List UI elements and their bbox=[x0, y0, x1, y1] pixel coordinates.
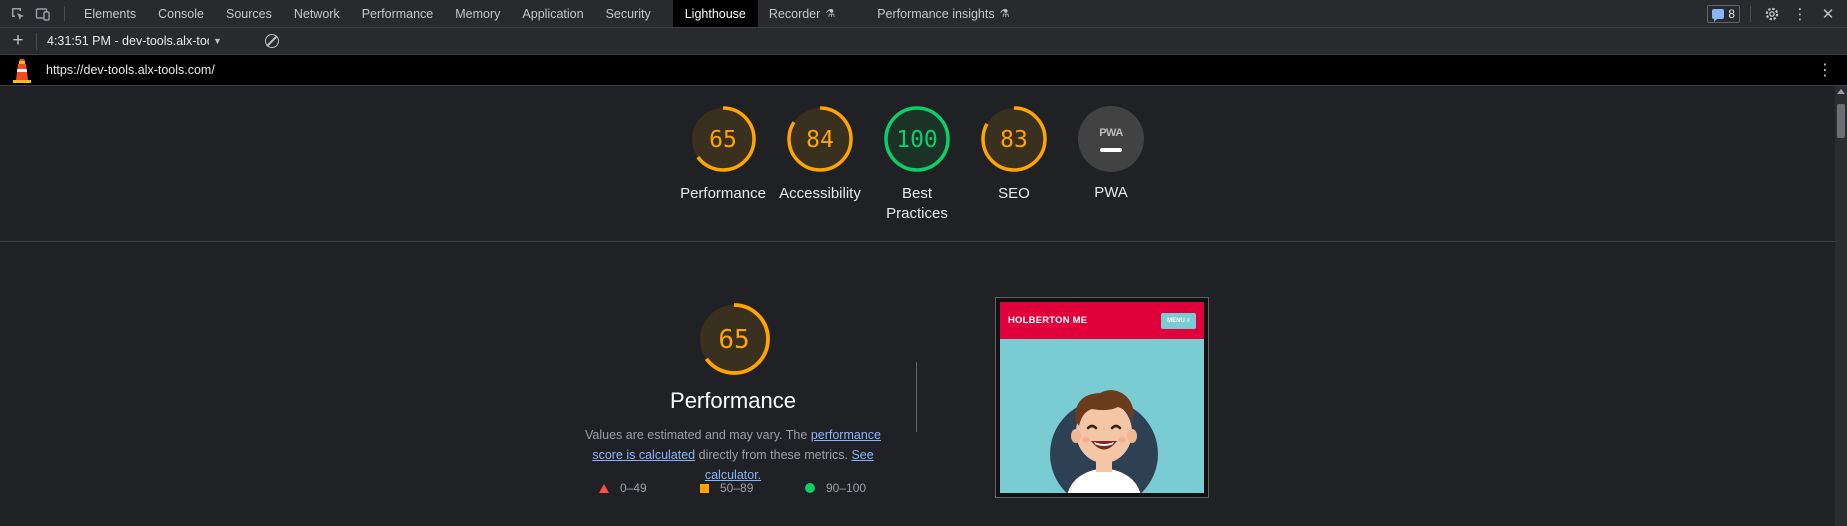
section-divider bbox=[916, 362, 917, 432]
gauge-label: Performance bbox=[680, 185, 766, 202]
tab-recorder[interactable]: Recorder ⚗ bbox=[758, 0, 846, 27]
scrollbar-thumb[interactable] bbox=[1837, 104, 1845, 138]
tab-label: Lighthouse bbox=[684, 6, 746, 21]
devtools-tabbar: Elements Console Sources Network Perform… bbox=[0, 0, 1847, 28]
legend-range: 90–100 bbox=[826, 481, 867, 495]
report-url[interactable]: https://dev-tools.alx-tools.com/ bbox=[46, 63, 215, 77]
gauge-seo[interactable]: 83 SEO bbox=[964, 105, 1064, 204]
tab-network[interactable]: Network bbox=[283, 0, 351, 27]
device-toolbar-icon[interactable] bbox=[32, 0, 54, 28]
legend-range: 50–89 bbox=[720, 481, 754, 495]
screenshot-page: HOLBERTON ME MENU ≡ bbox=[1000, 302, 1204, 493]
gauge-score: 84 bbox=[806, 127, 834, 153]
pwa-not-applicable-dash bbox=[1100, 147, 1122, 152]
tab-label: Security bbox=[605, 6, 651, 21]
average-square-icon bbox=[700, 483, 709, 493]
seo-score-ring: 83 bbox=[981, 106, 1047, 172]
avatar-illustration-icon bbox=[1050, 390, 1158, 493]
lighthouse-report-toolbar: + 4:31:51 PM - dev-tools.alx-tools.com ▼ bbox=[0, 28, 1847, 55]
toolbar-right: 8 ⋮ ✕ bbox=[1707, 0, 1847, 27]
gauge-pwa[interactable]: PWA PWA bbox=[1061, 105, 1161, 203]
experiment-flask-icon: ⚗ bbox=[825, 8, 836, 20]
performance-large-score: 65 bbox=[718, 325, 749, 355]
tab-label: Sources bbox=[225, 6, 272, 21]
screenshot-site-header: HOLBERTON ME MENU ≡ bbox=[1000, 302, 1204, 339]
tab-performance-insights[interactable]: Performance insights ⚗ bbox=[866, 0, 1020, 27]
toolbar-left-icons bbox=[0, 0, 54, 27]
gauge-best-practices[interactable]: 100 Best Practices bbox=[867, 105, 967, 224]
legend-pass: 90–100 bbox=[805, 481, 866, 495]
accessibility-score-ring: 84 bbox=[787, 106, 853, 172]
desc-text: Values are estimated and may vary. The bbox=[585, 428, 811, 442]
scroll-up-arrow-icon[interactable] bbox=[1837, 89, 1845, 94]
gauge-label: PWA bbox=[1094, 184, 1128, 201]
tab-console[interactable]: Console bbox=[147, 0, 215, 27]
performance-large-score-ring: 65 bbox=[698, 303, 770, 375]
gauge-score: 100 bbox=[896, 127, 938, 153]
selected-report-label: 4:31:51 PM - dev-tools.alx-tools.com bbox=[47, 34, 209, 48]
gauge-score: 83 bbox=[1000, 127, 1028, 153]
report-tools-menu-icon[interactable]: ⋮ bbox=[1817, 60, 1833, 80]
more-options-vertical-icon[interactable]: ⋮ bbox=[1789, 3, 1811, 25]
tab-label: Application bbox=[522, 6, 584, 21]
gauge-label: SEO bbox=[998, 185, 1030, 202]
tab-label: Recorder bbox=[768, 6, 821, 21]
tab-elements[interactable]: Elements bbox=[73, 0, 147, 27]
gauge-label: Accessibility bbox=[779, 185, 861, 202]
report-url-bar: https://dev-tools.alx-tools.com/ ⋮ bbox=[0, 55, 1847, 86]
toolbar-separator bbox=[1750, 5, 1751, 22]
tab-label: Memory bbox=[455, 6, 501, 21]
legend-range: 0–49 bbox=[620, 481, 647, 495]
gauge-label: Best Practices bbox=[886, 185, 948, 222]
gauge-performance[interactable]: 65 Performance bbox=[673, 105, 773, 204]
close-devtools-icon[interactable]: ✕ bbox=[1817, 3, 1839, 25]
gauge-score: 65 bbox=[709, 127, 737, 153]
performance-score-ring: 65 bbox=[690, 106, 756, 172]
tab-label: Performance bbox=[361, 6, 434, 21]
lighthouse-logo-icon bbox=[13, 59, 31, 83]
tab-memory[interactable]: Memory bbox=[444, 0, 511, 27]
tab-sources[interactable]: Sources bbox=[215, 0, 283, 27]
report-selector-dropdown[interactable]: 4:31:51 PM - dev-tools.alx-tools.com ▼ bbox=[37, 34, 257, 48]
desc-text: directly from these metrics. bbox=[695, 448, 852, 462]
tab-lighthouse[interactable]: Lighthouse bbox=[672, 0, 758, 27]
legend-fail: 0–49 bbox=[599, 481, 647, 495]
performance-description: Values are estimated and may vary. The p… bbox=[570, 425, 896, 485]
issues-message-icon bbox=[1712, 8, 1725, 22]
category-gauges-row: 65 Performance 84 Accessibility 100 Best… bbox=[0, 86, 1835, 242]
tab-label: Network bbox=[293, 6, 340, 21]
legend-average: 50–89 bbox=[700, 481, 753, 495]
pass-circle-icon bbox=[805, 483, 815, 493]
tab-security[interactable]: Security bbox=[595, 0, 673, 27]
pwa-badge-icon: PWA bbox=[1078, 106, 1144, 172]
issues-counter-button[interactable]: 8 bbox=[1707, 4, 1740, 23]
tab-label: Performance insights bbox=[877, 6, 995, 21]
new-report-plus-icon[interactable]: + bbox=[0, 30, 36, 52]
tab-label: Elements bbox=[84, 6, 137, 21]
tab-application[interactable]: Application bbox=[511, 0, 594, 27]
clear-reports-icon[interactable] bbox=[265, 34, 279, 48]
tab-label: Console bbox=[158, 6, 204, 21]
lighthouse-report: 65 Performance 84 Accessibility 100 Best… bbox=[0, 86, 1835, 526]
fail-triangle-icon bbox=[599, 483, 609, 493]
best-practices-score-ring: 100 bbox=[884, 106, 950, 172]
pwa-badge-text: PWA bbox=[1099, 126, 1123, 139]
inspect-element-icon[interactable] bbox=[7, 0, 29, 28]
settings-gear-icon[interactable] bbox=[1761, 3, 1783, 25]
report-scrollbar[interactable] bbox=[1835, 86, 1847, 526]
experiment-flask-icon: ⚗ bbox=[999, 8, 1010, 20]
final-screenshot-thumbnail[interactable]: HOLBERTON ME MENU ≡ bbox=[995, 297, 1209, 498]
performance-large-gauge: 65 bbox=[697, 302, 771, 381]
toolbar-separator bbox=[64, 6, 65, 21]
screenshot-menu-button: MENU ≡ bbox=[1161, 312, 1196, 329]
issues-count: 8 bbox=[1728, 6, 1735, 21]
performance-section-title: Performance bbox=[670, 388, 796, 413]
gauge-accessibility[interactable]: 84 Accessibility bbox=[770, 105, 870, 204]
tab-performance[interactable]: Performance bbox=[351, 0, 445, 27]
dropdown-arrow-icon: ▼ bbox=[213, 36, 222, 46]
screenshot-site-title: HOLBERTON ME bbox=[1008, 315, 1088, 326]
